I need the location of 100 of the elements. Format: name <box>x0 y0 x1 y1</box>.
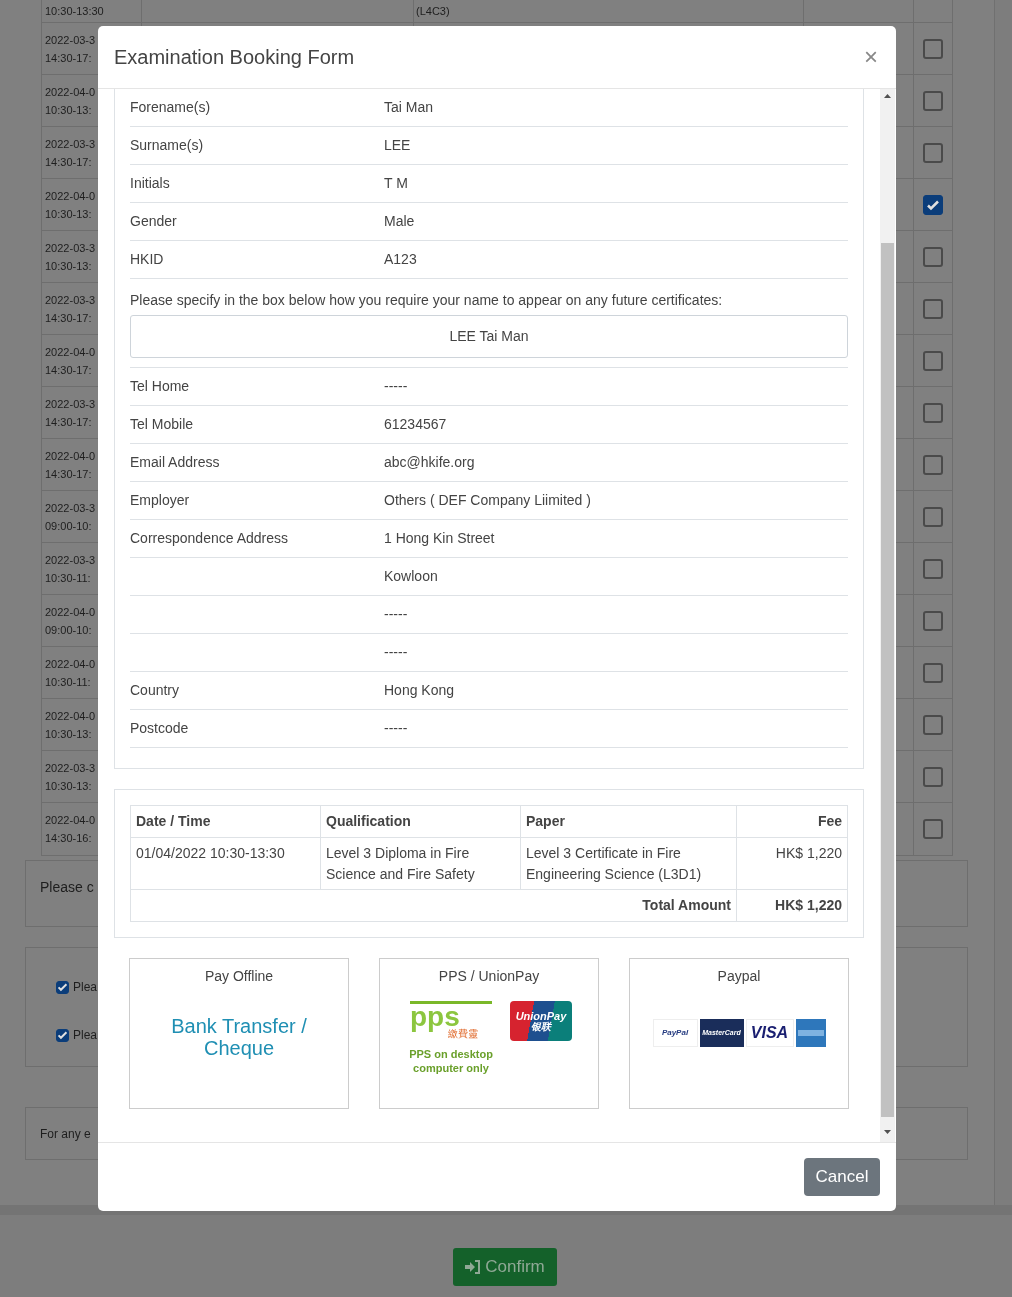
amex-card-icon <box>795 1019 826 1047</box>
field-value: Hong Kong <box>384 681 455 700</box>
field-label: Employer <box>130 492 190 508</box>
date-text: 2022-04-0 <box>45 656 97 672</box>
scroll-up-icon[interactable] <box>884 94 891 98</box>
checkbox[interactable] <box>923 142 943 163</box>
field-label: Surname(s) <box>130 137 204 153</box>
time-text: 09:00-10: <box>45 518 93 534</box>
certificate-name-field[interactable]: LEE Tai Man <box>130 315 848 358</box>
checkbox[interactable] <box>923 610 943 631</box>
column-header: Qualification <box>320 805 521 838</box>
table-cell: 01/04/2022 10:30-13:30 <box>130 837 321 890</box>
field-value: ----- <box>384 643 408 662</box>
time-text: 10:30-13: <box>45 778 93 794</box>
field-label: Tel Mobile <box>130 416 194 432</box>
checkbox[interactable] <box>923 90 943 111</box>
payment-option-title: Pay Offline <box>204 967 274 986</box>
checkbox[interactable] <box>923 246 943 267</box>
checkbox[interactable] <box>923 454 943 475</box>
checkbox[interactable] <box>56 980 69 994</box>
contact-text: For any e <box>40 1125 91 1143</box>
cancel-button[interactable]: Cancel <box>804 1158 880 1196</box>
date-text: 2022-03-3 <box>45 240 97 256</box>
checkbox[interactable] <box>923 298 943 319</box>
note-text: Please c <box>40 879 94 895</box>
scrollbar-thumb[interactable] <box>881 243 894 1117</box>
certificate-prompt: Please specify in the box below how you require your name to appear on any future certificates: <box>130 292 723 308</box>
field-label: Forename(s) <box>130 99 211 115</box>
field-value: ----- <box>384 719 408 738</box>
sign-in-icon <box>465 1260 482 1274</box>
field-value: LEE <box>384 136 411 155</box>
checkbox[interactable] <box>923 819 943 839</box>
payment-option-card[interactable]: Pay Offline Bank Transfer / Cheque <box>129 958 349 1109</box>
time-text: 14:30-16: <box>45 831 93 846</box>
checkbox[interactable] <box>923 714 943 735</box>
close-button[interactable]: × <box>864 45 878 69</box>
bank-transfer-text: Bank Transfer / Cheque <box>170 1015 308 1059</box>
field-label: Email Address <box>130 454 220 470</box>
field-value: 1 Hong Kin Street <box>384 529 495 548</box>
checkbox[interactable] <box>923 402 943 423</box>
time-text: 10:30-11: <box>45 674 92 690</box>
date-text: 2022-04-0 <box>45 344 97 360</box>
table-cell: Level 3 Certificate in Fire Engineering Science (L3D1) <box>520 837 737 890</box>
card-logo: VISA <box>745 1019 794 1047</box>
date-text: 2022-04-0 <box>45 708 97 724</box>
paper-code: (L4C3) <box>416 3 450 19</box>
modal-title: Examination Booking Form <box>114 45 355 70</box>
checkbox[interactable] <box>923 766 943 787</box>
card-logo: PayPal <box>652 1019 698 1047</box>
field-label: Correspondence Address <box>130 530 288 546</box>
agreement-text: Plea <box>73 979 98 996</box>
time-text: 10:30-13:30 <box>45 3 104 19</box>
payment-option-title: Paypal <box>717 967 761 986</box>
time-text: 14:30-17: <box>45 154 93 170</box>
pps-logo: pps 繳費靈 <box>410 1001 492 1039</box>
checkbox[interactable] <box>923 506 943 527</box>
field-label: Initials <box>130 175 170 191</box>
field-value: abc@hkife.org <box>384 453 475 472</box>
checkbox[interactable] <box>923 194 943 215</box>
time-text: 14:30-17: <box>45 362 93 378</box>
column-header: Fee <box>736 805 848 838</box>
field-value: T M <box>384 174 408 193</box>
time-text: 10:30-11: <box>45 570 92 586</box>
date-text: 2022-03-3 <box>45 760 97 776</box>
time-text: 14:30-17: <box>45 310 93 326</box>
checkbox[interactable] <box>923 38 943 59</box>
time-text: 09:00-10: <box>45 622 93 638</box>
field-value: ----- <box>384 605 408 624</box>
total-label: Total Amount <box>130 889 737 922</box>
field-value: ----- <box>384 377 408 396</box>
field-label: Postcode <box>130 720 189 736</box>
date-text: 2022-04-0 <box>45 84 97 100</box>
field-value: Tai Man <box>384 98 434 117</box>
checkbox[interactable] <box>923 558 943 579</box>
pps-note: PPS on desktop computer only <box>408 1047 494 1075</box>
table-cell: Level 3 Diploma in Fire Science and Fire Safety <box>320 837 521 890</box>
scrollbar[interactable] <box>880 89 895 1142</box>
field-value: Kowloon <box>384 567 438 586</box>
field-value: 61234567 <box>384 415 447 434</box>
field-label: Tel Home <box>130 378 190 394</box>
field-value: A123 <box>384 250 417 269</box>
total-value: HK$ 1,220 <box>736 889 848 922</box>
table-cell: HK$ 1,220 <box>736 837 848 890</box>
checkbox[interactable] <box>923 662 943 683</box>
date-text: 2022-04-0 <box>45 813 97 828</box>
column-header: Date / Time <box>130 805 321 838</box>
payment-option-title: PPS / UnionPay <box>438 967 540 986</box>
column-header: Paper <box>520 805 737 838</box>
field-label: HKID <box>130 251 164 267</box>
date-text: 2022-03-3 <box>45 552 97 568</box>
date-text: 2022-04-0 <box>45 188 97 204</box>
checkbox[interactable] <box>56 1028 69 1042</box>
scroll-down-icon[interactable] <box>884 1130 891 1134</box>
date-text: 2022-03-3 <box>45 396 97 412</box>
date-text: 2022-04-0 <box>45 604 97 620</box>
field-value: Others ( DEF Company Liimited ) <box>384 491 591 510</box>
field-label: Gender <box>130 213 177 229</box>
checkbox[interactable] <box>923 350 943 371</box>
time-text: 14:30-17: <box>45 466 93 482</box>
field-label: Country <box>130 682 180 698</box>
